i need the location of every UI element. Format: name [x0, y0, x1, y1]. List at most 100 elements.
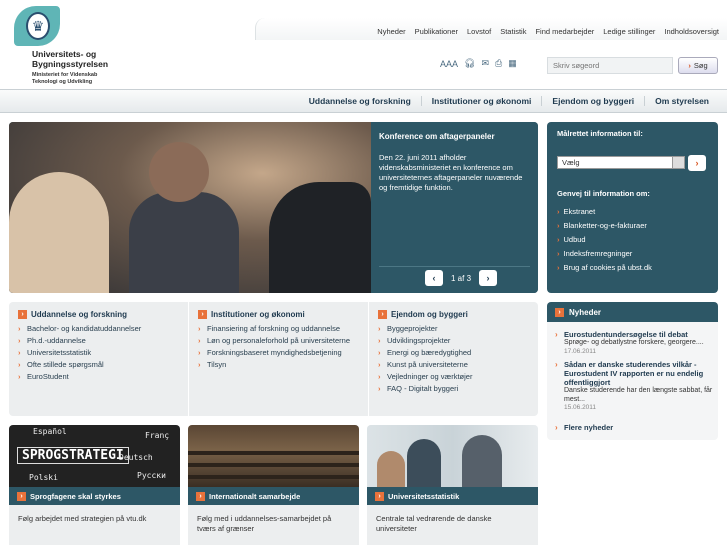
column-link[interactable]: Energi og bæredygtighed	[378, 348, 538, 357]
hero-photo[interactable]	[9, 122, 371, 293]
column-link[interactable]: Forskningsbaseret myndighedsbetjening	[198, 348, 367, 357]
column-institutioner: › Institutioner og økonomi Finansiering a…	[188, 302, 367, 416]
column-heading[interactable]: › Uddannelse og forskning	[18, 310, 187, 319]
column-link[interactable]: Finansiering af forskning og uddannelse	[198, 324, 367, 333]
shortcut-link[interactable]: Blanketter-og-e-fakturaer	[557, 221, 652, 230]
print-icon[interactable]: ⎙	[495, 58, 502, 69]
targeted-info-panel: Målrettet information til: Vælg › Genvej…	[547, 122, 718, 293]
column-link[interactable]: EuroStudent	[18, 372, 187, 381]
hero-pager: ‹ 1 af 3 ›	[425, 270, 498, 286]
column-link[interactable]: Udviklingsprojekter	[378, 336, 538, 345]
chalk-word: Franç	[145, 431, 170, 440]
arrow-right-icon: ›	[555, 307, 564, 317]
tile-title[interactable]: › Internationalt samarbejde	[188, 487, 359, 505]
shortcuts-heading: Genvej til information om:	[557, 189, 650, 198]
prev-slide-icon[interactable]: ‹	[425, 270, 443, 286]
column-heading-label: Ejendom og byggeri	[391, 310, 468, 319]
chalk-word: Polski	[29, 473, 58, 482]
shortcut-link[interactable]: Udbud	[557, 235, 652, 244]
arrow-right-icon: ›	[375, 491, 384, 501]
toplink-ledige-stillinger[interactable]: Ledige stillinger	[603, 27, 655, 36]
news-heading-label: Nyheder	[569, 307, 602, 317]
nav-uddannelse[interactable]: Uddannelse og forskning	[299, 96, 421, 106]
page-tools: AAA 🎧︎ ✉︎ ⎙ ▦	[440, 58, 517, 69]
toplink-find-medarbejder[interactable]: Find medarbejder	[535, 27, 594, 36]
photo-shape	[149, 142, 209, 202]
email-icon[interactable]: ✉︎	[481, 58, 489, 69]
next-slide-icon[interactable]: ›	[479, 270, 498, 286]
audience-select[interactable]: Vælg	[557, 156, 685, 169]
arrow-right-icon: ›	[378, 310, 387, 319]
arrow-right-icon: ›	[688, 61, 691, 70]
main-nav: Uddannelse og forskning Institutioner og…	[0, 89, 727, 113]
search-input[interactable]	[547, 57, 673, 74]
toplink-nyheder[interactable]: Nyheder	[377, 27, 405, 36]
news-desc: Danske studerende har den længste sabbat…	[564, 387, 713, 403]
chalkboard-image: Español Franç SPROGSTRATEGI Deutsch Pols…	[9, 425, 180, 487]
column-link[interactable]: Universitetsstatistik	[18, 348, 187, 357]
column-link[interactable]: Ph.d.-uddannelse	[18, 336, 187, 345]
feature-tile-sprog[interactable]: Español Franç SPROGSTRATEGI Deutsch Pols…	[9, 425, 180, 545]
listen-icon[interactable]: 🎧︎	[464, 58, 475, 69]
toplink-lovstof[interactable]: Lovstof	[467, 27, 491, 36]
toplink-statistik[interactable]: Statistik	[500, 27, 526, 36]
tile-title[interactable]: › Sprogfagene skal styrkes	[9, 487, 180, 505]
org-subtitle: Ministeriet for Videnskab Teknologi og U…	[32, 72, 98, 85]
column-link[interactable]: Tilsyn	[198, 360, 367, 369]
hero-title[interactable]: Konference om aftagerpaneler	[379, 132, 530, 141]
go-button[interactable]: ›	[688, 155, 706, 171]
column-uddannelse: › Uddannelse og forskning Bachelor- og ka…	[9, 302, 187, 416]
chalk-word: Pусски	[137, 471, 166, 480]
news-title[interactable]: Sådan er danske studerendes vilkår - Eur…	[564, 360, 713, 387]
news-desc: Sprøge- og debatlystne forskere, georger…	[564, 339, 704, 346]
news-item[interactable]: Eurostudentundersøgelse til debat Sprøge…	[555, 330, 713, 355]
toplink-indholdsoversigt[interactable]: Indholdsoversigt	[664, 27, 719, 36]
chalk-word: Deutsch	[119, 453, 153, 462]
nav-institutioner[interactable]: Institutioner og økonomi	[420, 96, 542, 106]
column-link[interactable]: Ofte stillede spørgsmål	[18, 360, 187, 369]
column-link[interactable]: Kunst på universiteterne	[378, 360, 538, 369]
tile-title-label: Sprogfagene skal styrkes	[30, 491, 121, 501]
hero-text-panel: Konference om aftagerpaneler Den 22. jun…	[371, 122, 538, 293]
dropdown-icon	[672, 157, 684, 168]
arrow-right-icon: ›	[18, 310, 27, 319]
sitemap-icon[interactable]: ▦	[508, 58, 517, 69]
shortcut-link[interactable]: Indeksfremregninger	[557, 249, 652, 258]
targeted-info-heading: Målrettet information til:	[557, 129, 643, 138]
column-link[interactable]: FAQ - Digitalt byggeri	[378, 384, 538, 393]
search-button[interactable]: › Søg	[678, 57, 718, 74]
photo-shape	[377, 451, 405, 487]
photo-shape	[269, 182, 371, 293]
nav-om-styrelsen[interactable]: Om styrelsen	[644, 96, 719, 106]
news-item[interactable]: Sådan er danske studerendes vilkår - Eur…	[555, 360, 713, 411]
tile-desc: Følg arbejdet med strategien på vtu.dk	[18, 514, 147, 523]
photo-shape	[462, 435, 502, 487]
shortcut-link[interactable]: Brug af cookies på ubst.dk	[557, 263, 652, 272]
feature-tile-international[interactable]: › Internationalt samarbejde Følg med i ud…	[188, 425, 359, 545]
pager-count: 1 af 3	[451, 273, 472, 283]
news-title[interactable]: Eurostudentundersøgelse til debat	[564, 330, 713, 339]
search-button-label: Søg	[693, 61, 708, 70]
column-heading[interactable]: › Institutioner og økonomi	[198, 310, 367, 319]
tile-title[interactable]: › Universitetsstatistik	[367, 487, 538, 505]
nav-ejendom[interactable]: Ejendom og byggeri	[541, 96, 644, 106]
photo-shape	[9, 172, 109, 293]
column-link[interactable]: Bachelor- og kandidatuddannelser	[18, 324, 187, 333]
chalk-word: Español	[33, 427, 67, 436]
lecture-hall-image	[188, 425, 359, 487]
news-date: 15.06.2011	[564, 404, 597, 411]
photo-shape	[188, 463, 359, 467]
news-heading[interactable]: › Nyheder	[547, 302, 718, 322]
column-link[interactable]: Løn og personaleforhold på universiteter…	[198, 336, 367, 345]
column-heading[interactable]: › Ejendom og byggeri	[378, 310, 538, 319]
text-size-control[interactable]: AAA	[440, 59, 458, 69]
column-heading-label: Uddannelse og forskning	[31, 310, 128, 319]
column-link[interactable]: Vejledninger og værktøjer	[378, 372, 538, 381]
news-date: 17.06.2011	[564, 347, 597, 355]
shortcut-link[interactable]: Ekstranet	[557, 207, 652, 216]
logo[interactable]: ♛	[14, 6, 64, 50]
column-link[interactable]: Byggeprojekter	[378, 324, 538, 333]
more-news-link[interactable]: Flere nyheder	[555, 423, 713, 432]
toplink-publikationer[interactable]: Publikationer	[415, 27, 458, 36]
feature-tile-statistik[interactable]: › Universitetsstatistik Centrale tal vedr…	[367, 425, 538, 545]
